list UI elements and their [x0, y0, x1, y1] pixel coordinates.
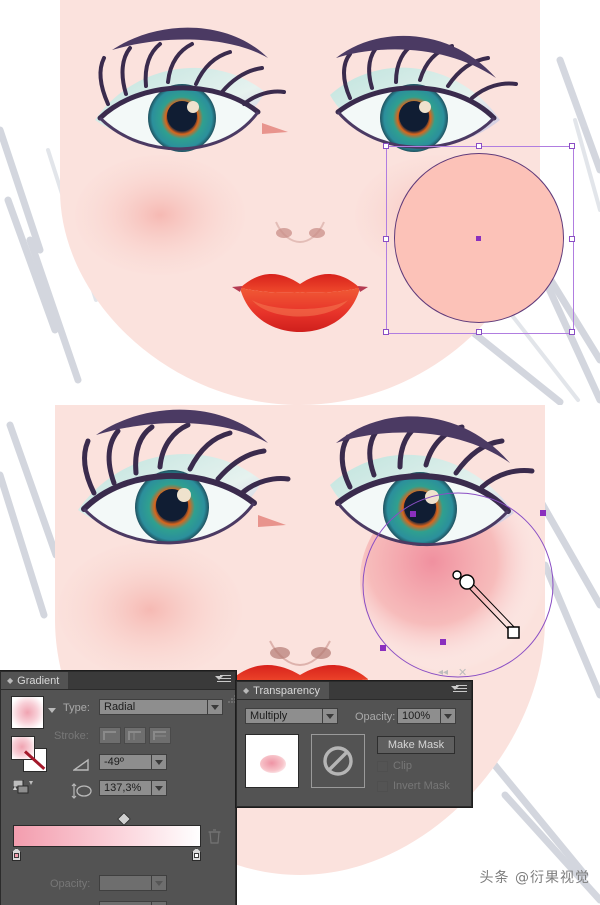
stroke-across-gradient-button[interactable] — [149, 727, 171, 744]
clip-label: Clip — [393, 760, 412, 772]
collapse-panel-icon[interactable]: ◂◂ — [438, 668, 448, 678]
invert-mask-checkbox-row[interactable]: Invert Mask — [377, 780, 450, 792]
gradient-fill-swatch[interactable] — [11, 696, 44, 729]
angle-icon — [71, 757, 91, 775]
gradient-location-field[interactable] — [99, 901, 167, 905]
object-thumbnail[interactable] — [245, 734, 299, 788]
gradient-origin-handle — [459, 574, 475, 590]
gradient-midpoint-diamond[interactable] — [116, 811, 132, 827]
aspect-chevron-down-icon[interactable] — [152, 780, 167, 796]
gradient-type-value[interactable]: Radial — [99, 699, 208, 715]
blend-chevron-down-icon[interactable] — [323, 708, 338, 724]
angle-chevron-down-icon[interactable] — [152, 754, 167, 770]
transparency-opacity-label: Opacity: — [355, 711, 396, 723]
transparency-opacity-value[interactable]: 100% — [397, 708, 441, 724]
transparency-panel-tabbar[interactable]: ◆ Transparency — [237, 682, 471, 700]
type-label: Type: — [63, 702, 90, 714]
bbox-handle-bm[interactable] — [476, 329, 482, 335]
gradient-aspect-value[interactable]: 137,3% — [99, 780, 152, 796]
tab-gradient[interactable]: ◆ Gradient — [1, 672, 69, 689]
bbox-handle-tr[interactable] — [569, 143, 575, 149]
gradient-swatch-group[interactable] — [11, 696, 44, 729]
gradient-focal-handle — [452, 570, 462, 580]
invert-mask-checkbox[interactable] — [377, 780, 388, 792]
make-mask-button[interactable]: Make Mask — [377, 736, 455, 754]
gradient-location-value[interactable] — [99, 901, 152, 905]
anchor-point-bottom — [440, 639, 446, 645]
gradient-panel-title: Gradient — [17, 674, 60, 687]
tab-transparency[interactable]: ◆ Transparency — [237, 682, 329, 699]
gradient-opacity-value[interactable] — [99, 875, 152, 891]
bbox-handle-tl[interactable] — [383, 143, 389, 149]
location-chevron-down-icon[interactable] — [152, 901, 167, 905]
gradient-slider-bar[interactable] — [13, 825, 201, 847]
mask-thumbnail-empty[interactable] — [311, 734, 365, 788]
opacity-chevron-down-icon[interactable] — [152, 875, 167, 891]
anchor-point-left — [380, 645, 386, 651]
transparency-panel-title: Transparency — [253, 684, 320, 697]
bbox-handle-tm[interactable] — [476, 143, 482, 149]
gradient-preset-chevron-down-icon[interactable] — [48, 708, 56, 713]
gradient-type-dropdown[interactable]: Radial — [99, 699, 223, 715]
close-panel-icon[interactable]: ✕ — [458, 668, 467, 679]
transparency-panel-body: Multiply Opacity: 100% Make Mask Clip In… — [237, 700, 471, 792]
gradient-opacity-label: Opacity: — [50, 878, 91, 890]
gradient-angle-field[interactable]: -49º — [99, 754, 167, 770]
gradient-opacity-field[interactable] — [99, 875, 167, 891]
transparency-panel[interactable]: ◆ Transparency Multiply Opacity: 100% Ma… — [236, 681, 472, 807]
delete-stop-trash-icon[interactable] — [208, 829, 221, 844]
clip-checkbox[interactable] — [377, 760, 388, 772]
double-chevron-icon: ◆ — [7, 675, 14, 685]
gradient-end-handle — [507, 626, 520, 639]
gradient-panel-tabbar[interactable]: ◆ Gradient — [1, 672, 235, 690]
no-mask-icon — [323, 746, 353, 776]
stroke-within-gradient-button[interactable] — [99, 727, 121, 744]
stroke-gradient-options[interactable] — [99, 727, 171, 744]
fill-stroke-indicator[interactable] — [11, 736, 49, 772]
gradient-panel-body: Type: Radial Stroke: -49º 137,3% Opacity… — [1, 690, 236, 905]
blend-mode-dropdown[interactable]: Multiply — [245, 708, 338, 724]
reverse-gradient-icon[interactable] — [12, 779, 33, 794]
bbox-handle-bl[interactable] — [383, 329, 389, 335]
double-chevron-icon: ◆ — [243, 685, 250, 695]
gradient-angle-value[interactable]: -49º — [99, 754, 152, 770]
watermark: 头条 @衍果视觉 — [479, 870, 590, 886]
aspect-ratio-icon — [71, 783, 93, 802]
chevron-down-icon[interactable] — [208, 699, 223, 715]
stroke-along-gradient-button[interactable] — [124, 727, 146, 744]
bbox-handle-mr[interactable] — [569, 236, 575, 242]
blend-mode-value[interactable]: Multiply — [245, 708, 323, 724]
gradient-stop-start[interactable] — [12, 848, 21, 861]
gradient-panel[interactable]: ◆ Gradient Type: Radial Stroke: -49º 137… — [0, 671, 236, 905]
gradient-aspect-field[interactable]: 137,3% — [99, 780, 167, 796]
anchor-point-top — [410, 511, 416, 517]
clip-checkbox-row[interactable]: Clip — [377, 760, 412, 772]
invert-mask-label: Invert Mask — [393, 780, 450, 792]
stroke-label: Stroke: — [54, 730, 89, 742]
anchor-point-right — [540, 510, 546, 516]
illustration-top-canvas[interactable] — [0, 0, 600, 405]
object-center-point — [476, 236, 481, 241]
bbox-handle-br[interactable] — [569, 329, 575, 335]
gradient-panel-menu-icon[interactable] — [215, 675, 231, 686]
transparency-opacity-field[interactable]: 100% — [397, 708, 456, 724]
transparency-panel-menu-icon[interactable] — [451, 685, 467, 696]
screenshot-root: ◆ Gradient Type: Radial Stroke: -49º 137… — [0, 0, 600, 905]
opacity-chevron-down-icon[interactable] — [441, 708, 456, 724]
bbox-handle-ml[interactable] — [383, 236, 389, 242]
gradient-stop-end[interactable] — [192, 848, 201, 861]
